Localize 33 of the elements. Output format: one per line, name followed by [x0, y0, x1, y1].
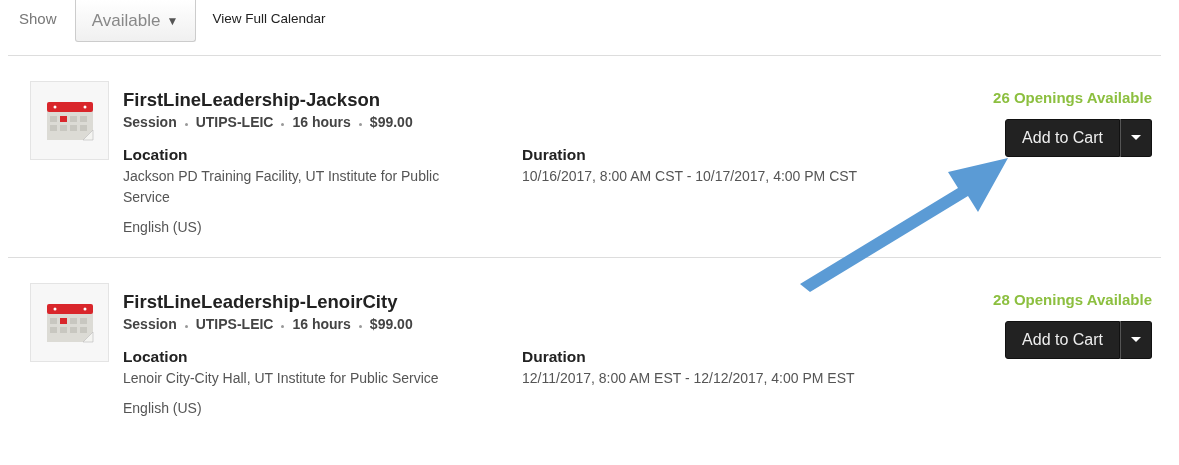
language-text: English (US) — [123, 219, 203, 235]
add-to-cart-button[interactable]: Add to Cart — [1005, 119, 1120, 157]
session-detail: Session — [123, 316, 177, 332]
duration-label: Duration — [522, 348, 587, 366]
location-label: Location — [123, 146, 189, 164]
session-detail: $99.00 — [369, 316, 413, 332]
language-text: English (US) — [123, 400, 203, 416]
session-detail: 16 hours — [292, 114, 351, 130]
session-detail: Session — [123, 114, 177, 130]
session-detail: UTIPS-LEIC — [195, 114, 274, 130]
calendar-icon — [30, 283, 109, 362]
view-calendar-link[interactable]: View Full Calendar — [212, 11, 326, 26]
session-detail: $99.00 — [369, 114, 413, 130]
duration-label: Duration — [522, 146, 587, 164]
filter-label: Show — [19, 10, 57, 27]
openings-text: 28 Openings Available — [993, 291, 1152, 308]
duration-text: 12/11/2017, 8:00 AM EST - 12/12/2017, 4:00 PM EST — [522, 369, 856, 388]
caret-icon — [1131, 337, 1141, 343]
session-detail: 16 hours — [292, 316, 351, 332]
calendar-icon — [30, 81, 109, 160]
location-text: Jackson PD Training Facility, UT Institute for Public Service — [123, 167, 441, 207]
location-label: Location — [123, 348, 189, 366]
location-text: Lenoir City-City Hall, UT Institute for Public Service — [123, 369, 440, 388]
session-title[interactable]: FirstLineLeadership-LenoirCity — [123, 291, 994, 313]
session-detail: UTIPS-LEIC — [195, 316, 274, 332]
add-to-cart-button[interactable]: Add to Cart — [1005, 321, 1120, 359]
session-title[interactable]: FirstLineLeadership-Jackson — [123, 89, 994, 111]
dropdown-button[interactable] — [1120, 119, 1152, 157]
caret-icon — [1131, 135, 1141, 141]
dropdown-button[interactable] — [1120, 321, 1152, 359]
availability-dropdown[interactable]: Available ▼ — [74, 0, 196, 42]
openings-text: 26 Openings Available — [993, 89, 1152, 106]
duration-text: 10/16/2017, 8:00 AM CST - 10/17/2017, 4:00 PM CST — [522, 167, 859, 186]
